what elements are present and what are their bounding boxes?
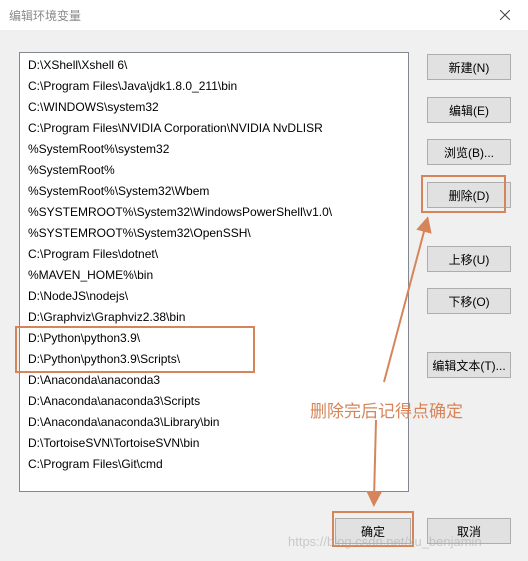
path-list[interactable]: D:\XShell\Xshell 6\ C:\Program Files\Jav… <box>19 52 409 492</box>
list-item[interactable]: D:\Anaconda\anaconda3\Scripts <box>28 391 200 412</box>
list-item[interactable]: C:\Program Files\Git\cmd <box>28 454 163 475</box>
window-title: 编辑环境变量 <box>9 9 82 23</box>
list-item[interactable]: C:\Program Files\NVIDIA Corporation\NVID… <box>28 118 323 139</box>
list-item[interactable]: D:\Anaconda\anaconda3\Library\bin <box>28 412 219 433</box>
browse-button[interactable]: 浏览(B)... <box>427 139 511 165</box>
list-item[interactable]: D:\XShell\Xshell 6\ <box>28 55 127 76</box>
list-item[interactable]: D:\TortoiseSVN\TortoiseSVN\bin <box>28 433 199 454</box>
list-item[interactable]: %SystemRoot% <box>28 160 115 181</box>
ok-button[interactable]: 确定 <box>335 518 411 544</box>
close-icon <box>500 10 510 20</box>
close-button[interactable] <box>482 0 528 30</box>
list-item[interactable]: C:\Program Files\dotnet\ <box>28 244 158 265</box>
list-item[interactable]: C:\WINDOWS\system32 <box>28 97 159 118</box>
list-item[interactable]: %SYSTEMROOT%\System32\OpenSSH\ <box>28 223 251 244</box>
cancel-button[interactable]: 取消 <box>427 518 511 544</box>
list-item[interactable]: %SystemRoot%\system32 <box>28 139 169 160</box>
move-down-button[interactable]: 下移(O) <box>427 288 511 314</box>
move-up-button[interactable]: 上移(U) <box>427 246 511 272</box>
edit-button[interactable]: 编辑(E) <box>427 97 511 123</box>
list-item[interactable]: D:\Graphviz\Graphviz2.38\bin <box>28 307 185 328</box>
list-item[interactable]: %MAVEN_HOME%\bin <box>28 265 153 286</box>
new-button[interactable]: 新建(N) <box>427 54 511 80</box>
edit-text-button[interactable]: 编辑文本(T)... <box>427 352 511 378</box>
edit-env-var-dialog: 编辑环境变量 D:\XShell\Xshell 6\ C:\Program Fi… <box>0 0 528 561</box>
list-item[interactable]: %SystemRoot%\System32\Wbem <box>28 181 209 202</box>
list-item[interactable]: C:\Program Files\Java\jdk1.8.0_211\bin <box>28 76 237 97</box>
list-item[interactable]: %SYSTEMROOT%\System32\WindowsPowerShell\… <box>28 202 332 223</box>
list-item[interactable]: D:\Python\python3.9\ <box>28 328 140 349</box>
title-bar: 编辑环境变量 <box>0 0 528 30</box>
list-item[interactable]: D:\Python\python3.9\Scripts\ <box>28 349 180 370</box>
delete-button[interactable]: 删除(D) <box>427 182 511 208</box>
list-item[interactable]: D:\Anaconda\anaconda3 <box>28 370 160 391</box>
annotation-note: 删除完后记得点确定 <box>310 402 463 421</box>
list-item[interactable]: D:\NodeJS\nodejs\ <box>28 286 128 307</box>
